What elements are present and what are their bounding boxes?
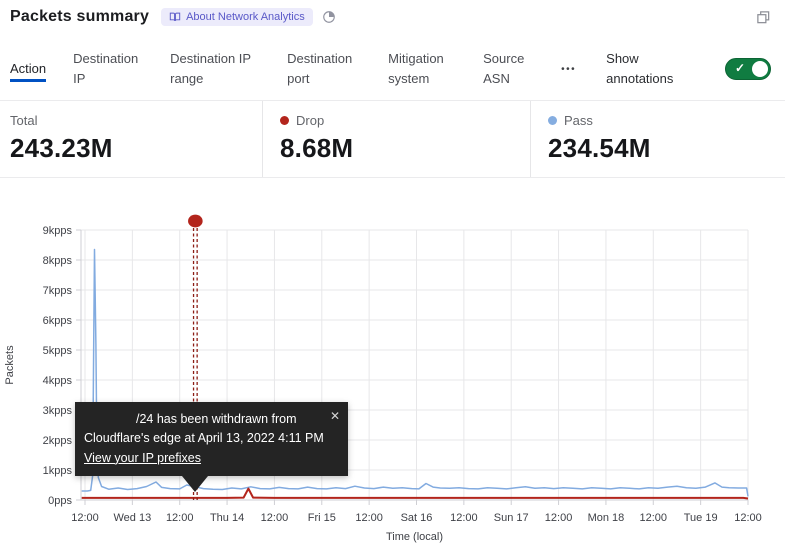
tab-mitigation-system[interactable]: Mitigation system [388, 49, 456, 89]
time-history-icon[interactable] [322, 10, 336, 24]
tooltip-line-1: /24 has been withdrawn from [84, 410, 336, 429]
stat-total-value: 243.23M [10, 133, 262, 164]
svg-text:12:00: 12:00 [450, 512, 478, 524]
svg-text:Fri 15: Fri 15 [308, 512, 336, 524]
svg-text:7kpps: 7kpps [43, 285, 73, 297]
drop-legend-dot [280, 116, 289, 125]
svg-text:Mon 18: Mon 18 [588, 512, 625, 524]
svg-text:Thu 14: Thu 14 [210, 512, 244, 524]
stat-drop-value: 8.68M [280, 133, 530, 164]
annotations-toggle-wrap: ✓ [725, 58, 771, 80]
svg-text:4kpps: 4kpps [43, 375, 73, 387]
about-network-analytics-badge[interactable]: About Network Analytics [161, 8, 313, 26]
svg-text:12:00: 12:00 [355, 512, 383, 524]
restore-window-icon[interactable] [756, 10, 771, 25]
tab-destination-port[interactable]: Destination port [287, 49, 361, 89]
x-axis-title: Time (local) [386, 531, 443, 543]
svg-text:1kpps: 1kpps [43, 465, 73, 477]
svg-text:Sat 16: Sat 16 [401, 512, 433, 524]
stat-pass-value: 234.54M [548, 133, 785, 164]
tab-action[interactable]: Action [10, 59, 46, 79]
svg-text:9kpps: 9kpps [43, 225, 73, 237]
tooltip-caret [182, 476, 208, 492]
svg-text:8kpps: 8kpps [43, 255, 73, 267]
svg-text:Tue 19: Tue 19 [684, 512, 718, 524]
tab-source-asn[interactable]: Source ASN [483, 49, 533, 89]
chart-axis-labels: 0pps 1kpps 2kpps 3kpps 4kpps 5kpps 6kpps 7kpps 8… [4, 225, 762, 543]
more-tabs-icon[interactable]: ••• [560, 64, 577, 75]
page-title: Packets summary [10, 8, 149, 26]
svg-text:12:00: 12:00 [166, 512, 194, 524]
svg-text:2kpps: 2kpps [43, 435, 73, 447]
stat-drop[interactable]: Drop 8.68M [262, 101, 530, 177]
toggle-knob [752, 61, 768, 77]
svg-text:Wed 13: Wed 13 [113, 512, 151, 524]
annotation-tooltip: ✕ /24 has been withdrawn from Cloudflare… [75, 402, 348, 476]
y-axis-title: Packets [4, 345, 16, 385]
view-ip-prefixes-link[interactable]: View your IP prefixes [84, 451, 201, 465]
stat-total[interactable]: Total 243.23M [0, 101, 262, 177]
svg-text:3kpps: 3kpps [43, 405, 73, 417]
badge-label: About Network Analytics [186, 11, 305, 23]
toggle-check-icon: ✓ [735, 61, 745, 75]
dimension-tabs: Action Destination IP Destination IP ran… [10, 44, 771, 94]
tab-destination-ip-range[interactable]: Destination IP range [170, 49, 260, 89]
svg-text:12:00: 12:00 [640, 512, 668, 524]
tab-destination-ip[interactable]: Destination IP [73, 49, 143, 89]
book-icon [169, 11, 181, 23]
stat-drop-label: Drop [296, 113, 324, 128]
stats-row: Total 243.23M Drop 8.68M Pass 234.54M [0, 100, 785, 178]
svg-text:12:00: 12:00 [261, 512, 289, 524]
tooltip-close-icon[interactable]: ✕ [330, 407, 340, 426]
svg-text:5kpps: 5kpps [43, 345, 73, 357]
svg-text:Sun 17: Sun 17 [494, 512, 529, 524]
svg-text:0pps: 0pps [48, 495, 72, 507]
annotation-dot [188, 215, 203, 228]
svg-text:6kpps: 6kpps [43, 315, 73, 327]
card-header: Packets summary About Network Analytics [10, 8, 775, 26]
svg-text:12:00: 12:00 [71, 512, 99, 524]
pass-legend-dot [548, 116, 557, 125]
svg-text:12:00: 12:00 [734, 512, 762, 524]
stat-pass[interactable]: Pass 234.54M [530, 101, 785, 177]
show-annotations-label: Show annotations [606, 49, 686, 89]
tooltip-line-2: Cloudflare's edge at April 13, 2022 4:11… [84, 429, 336, 448]
svg-text:12:00: 12:00 [545, 512, 573, 524]
show-annotations-toggle[interactable]: ✓ [725, 58, 771, 80]
stat-total-label: Total [10, 113, 37, 128]
packets-time-series-chart: 0pps 1kpps 2kpps 3kpps 4kpps 5kpps 6kpps 7kpps 8… [0, 195, 785, 555]
chart-svg: 0pps 1kpps 2kpps 3kpps 4kpps 5kpps 6kpps 7kpps 8… [0, 195, 785, 555]
stat-pass-label: Pass [564, 113, 593, 128]
